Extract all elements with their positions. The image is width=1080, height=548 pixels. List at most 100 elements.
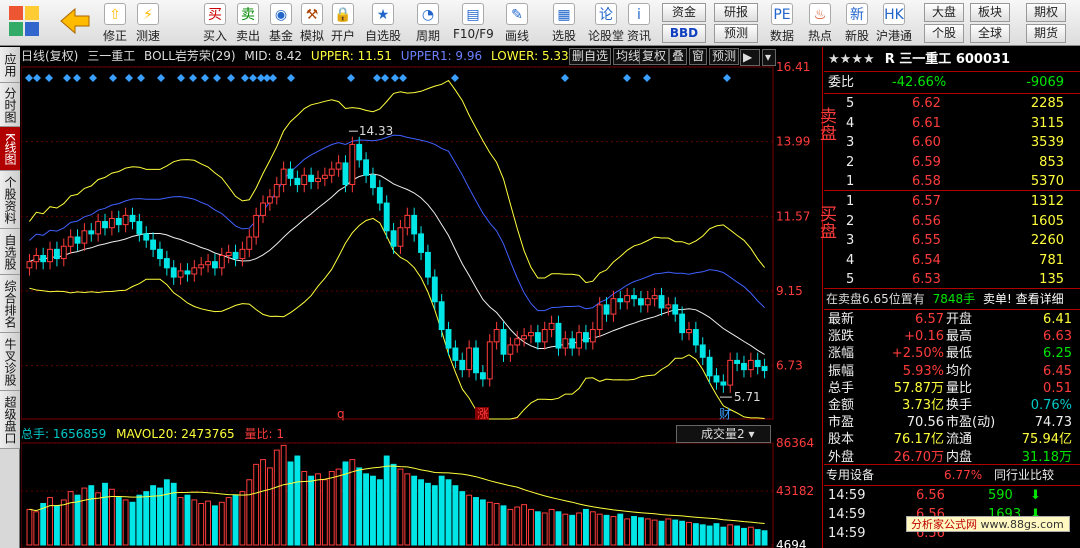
toolbar-btn-4[interactable]: ◉ 基金 (266, 3, 296, 44)
toolbar-btn-14[interactable]: PE 数据 (766, 3, 798, 44)
chevron-down-icon[interactable]: ▾ (762, 49, 776, 66)
watermark-brand: 分析家公式网 www.88gs.com (906, 516, 1070, 532)
toolbar-label-10: 画线 (504, 29, 529, 43)
bankuai-button[interactable]: 板块 (970, 3, 1010, 22)
sell-level-row[interactable]: 5 6.62 2285 (824, 95, 1080, 113)
volume-bar (239, 491, 246, 546)
zijin-button[interactable]: 资金 (662, 3, 706, 22)
sidebar-tab-7[interactable]: 超级盘口 (0, 391, 20, 449)
toolbar-icon-1: ⚡ (137, 3, 159, 25)
toolbar-btn-1[interactable]: ⚡ 测速 (133, 3, 163, 44)
volume-bar (26, 508, 33, 546)
volume-bar (232, 494, 239, 546)
candle (727, 352, 734, 393)
toolbar-btn-6[interactable]: 🔒 开户 (328, 3, 358, 44)
stat-value: 6.41 (1043, 312, 1072, 327)
toolbar-btn-13[interactable]: i 资讯 (624, 3, 654, 44)
sell-level-volume: 3115 (1030, 115, 1064, 131)
sell-level-no: 4 (846, 115, 855, 131)
candle (459, 352, 466, 378)
candle (424, 244, 431, 285)
toolbar-btn-2[interactable]: 买买入 (200, 3, 230, 44)
stat-value: +0.16 (904, 329, 944, 345)
sell-level-no: 2 (846, 154, 855, 170)
stat-row: 股本 76.17亿 流通 75.94亿 (824, 431, 1080, 449)
chart-marker-0: q (337, 407, 345, 421)
buy-level-row[interactable]: 4 6.54 781 (824, 252, 1080, 270)
buy-level-no: 3 (846, 233, 855, 248)
sidebar-tab-5[interactable]: 综合排名 (0, 275, 20, 333)
dapan-button[interactable]: 大盘 (924, 3, 964, 22)
stat-label: 振幅 (828, 363, 855, 379)
buy-level-row[interactable]: 3 6.55 2260 (824, 232, 1080, 250)
toolbar-btn-11[interactable]: ▦ 选股 (545, 3, 583, 44)
toolbar-btn-8[interactable]: ◔ 周期 (410, 3, 446, 44)
toolbar-btn-5[interactable]: ⚒ 模拟 (297, 3, 327, 44)
toolbar-btn-16[interactable]: 新新股 (842, 3, 872, 44)
sidebar-tab-0[interactable]: 应用 (0, 47, 20, 83)
qiquan-button[interactable]: 期权 (1026, 3, 1066, 22)
chart-ctrl-4[interactable]: 窗 (689, 48, 708, 65)
sector-name[interactable]: 专用设备 (826, 466, 874, 484)
sidebar-tab-4[interactable]: 自选股 (0, 229, 20, 275)
candle (212, 253, 218, 276)
toolbar-btn-17[interactable]: HK 沪港通 (874, 3, 914, 44)
yuce-button[interactable]: 预测 (714, 24, 758, 43)
volume-bar (603, 514, 610, 546)
toolbar-label-7: 自选股 (364, 29, 401, 43)
toolbar-btn-7[interactable]: ★ 自选股 (363, 3, 403, 44)
toolbar-btn-10[interactable]: ✎ 画线 (498, 3, 536, 44)
geigu-button[interactable]: 个股 (924, 24, 964, 43)
sidebar-tab-3[interactable]: 个股资料 (0, 171, 20, 229)
event-marker-icon (137, 74, 145, 82)
notice-action: 卖单! (982, 292, 1012, 306)
notice-detail-link[interactable]: 查看详细 (1016, 292, 1064, 306)
volume-bar (335, 468, 342, 546)
sidebar-tab-1[interactable]: 分时图 (0, 83, 20, 127)
qihuo-button[interactable]: 期货 (1026, 24, 1066, 43)
toolbar-btn-0[interactable]: ⇧ 修正 (100, 3, 130, 44)
brand-url: www.88gs.com (980, 518, 1064, 531)
toolbar-btn-12[interactable]: 论论股堂 (588, 3, 624, 44)
sidebar-tab-6[interactable]: 牛叉诊股 (0, 333, 20, 391)
candle (390, 223, 397, 254)
sell-level-row[interactable]: 4 6.61 3115 (824, 115, 1080, 133)
speaker-icon[interactable]: ▶ (740, 49, 760, 66)
buy-level-row[interactable]: 5 6.53 135 (824, 271, 1080, 289)
candle (548, 315, 555, 338)
volume-indicator-value: 成交量2 (701, 427, 745, 441)
volume-indicator-select[interactable]: 成交量2 ▾ (676, 425, 771, 443)
toolbar-btn-3[interactable]: 卖卖出 (233, 3, 263, 44)
stat-label: 最新 (828, 312, 855, 327)
volume-bar (67, 491, 74, 546)
chart-ctrl-0[interactable]: 删自选 (569, 48, 612, 65)
buy-level-row[interactable]: 2 6.56 1605 (824, 213, 1080, 231)
sell-level-row[interactable]: 2 6.59 853 (824, 154, 1080, 172)
yanbao-button[interactable]: 研报 (714, 3, 758, 22)
sidebar-tab-2[interactable]: K线图 (0, 127, 20, 171)
stat-value: 76.17亿 (893, 432, 944, 448)
toolbar-btn-9[interactable]: ▤ F10/F9 (453, 3, 494, 44)
volume-bar (81, 487, 88, 546)
app-logo-icon[interactable] (4, 4, 44, 45)
boll-lower-line (29, 217, 765, 420)
volume-bar (136, 494, 143, 546)
stat-row: 总手 57.87万 量比 0.51 (824, 380, 1080, 398)
bbd-button[interactable]: BBD (662, 24, 706, 43)
sell-level-row[interactable]: 1 6.58 5370 (824, 173, 1080, 191)
volume-bar (424, 482, 431, 546)
volume-bar (644, 518, 651, 546)
sector-compare-button[interactable]: 同行业比较 (994, 466, 1054, 484)
quanqiu-button[interactable]: 全球 (970, 24, 1010, 43)
volume-bar (576, 512, 583, 546)
back-arrow-icon[interactable] (58, 6, 92, 47)
sell-level-row[interactable]: 3 6.60 3539 (824, 134, 1080, 152)
kline-chart-canvas[interactable]: 16.4113.9911.579.156.7314.335.71q 涨财86364… (21, 47, 823, 548)
toolbar-btn-15[interactable]: ♨ 热点 (806, 3, 834, 44)
candle (198, 257, 205, 276)
boll-upper: UPPER: 11.51 (310, 49, 392, 63)
buy-level-row[interactable]: 1 6.57 1312 (824, 193, 1080, 211)
chart-ctrl-3[interactable]: 叠 (669, 48, 688, 65)
chart-ctrl-5[interactable]: 预测 (709, 48, 740, 65)
chart-ctrl-2[interactable]: 复权 (639, 48, 670, 65)
